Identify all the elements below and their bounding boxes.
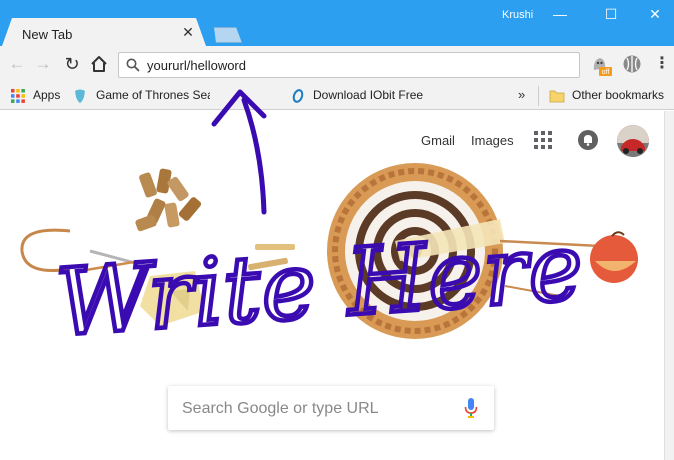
- microphone-icon[interactable]: [464, 398, 478, 418]
- search-box[interactable]: Search Google or type URL: [168, 386, 494, 430]
- search-placeholder: Search Google or type URL: [182, 400, 379, 417]
- arrow-annotation: [241, 97, 267, 215]
- write-here-annotation: Write Here: [53, 213, 587, 357]
